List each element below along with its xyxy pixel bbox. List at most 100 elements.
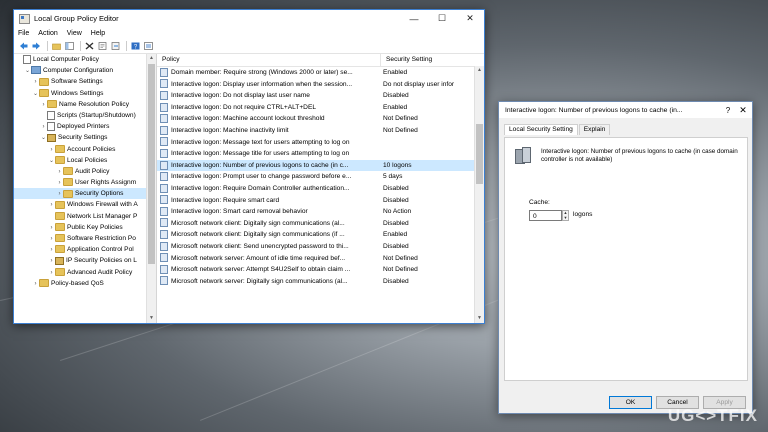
tab-explain[interactable]: Explain	[578, 124, 611, 135]
tab-local-security-setting[interactable]: Local Security Setting	[504, 124, 578, 135]
tree-node[interactable]: ⌄ Computer Configuration	[14, 65, 156, 76]
list-scrollbar[interactable]: ▲ ▼	[474, 66, 484, 323]
tree-node[interactable]: › Software Restriction Po	[14, 233, 156, 244]
expand-chevron-icon[interactable]: ›	[32, 77, 39, 87]
collapse-chevron-icon[interactable]: ⌄	[48, 156, 55, 166]
table-row[interactable]: Interactive logon: Machine account locko…	[157, 113, 484, 125]
table-row[interactable]: Interactive logon: Prompt user to change…	[157, 171, 484, 183]
tree-node[interactable]: ⌄ Local Policies	[14, 155, 156, 166]
stepper-down-icon[interactable]: ▼	[563, 215, 568, 221]
scroll-down-arrow[interactable]: ▼	[475, 314, 484, 323]
cache-unit-label: logons	[573, 211, 593, 218]
tree-node[interactable]: › Software Settings	[14, 76, 156, 87]
expand-chevron-icon[interactable]: ›	[48, 268, 55, 278]
expand-chevron-icon[interactable]: ›	[48, 234, 55, 244]
expand-chevron-icon[interactable]: ›	[48, 223, 55, 233]
view-icon[interactable]	[143, 41, 154, 52]
tree-node[interactable]: › Audit Policy	[14, 166, 156, 177]
up-folder-icon[interactable]	[51, 41, 62, 52]
menu-file[interactable]: File	[18, 30, 29, 37]
table-row[interactable]: Interactive logon: Number of previous lo…	[157, 159, 484, 172]
tree-node[interactable]: › Security Options	[14, 188, 156, 200]
table-row[interactable]: Interactive logon: Do not require CTRL+A…	[157, 102, 484, 114]
tree-node[interactable]: › Account Policies	[14, 144, 156, 155]
cache-stepper[interactable]: ▲ ▼	[562, 210, 569, 221]
policy-item-icon	[160, 67, 168, 77]
export-list-icon[interactable]	[110, 41, 121, 52]
expand-chevron-icon[interactable]: ›	[48, 145, 55, 155]
expand-chevron-icon[interactable]: ›	[48, 200, 55, 210]
ok-button[interactable]: OK	[609, 396, 652, 409]
tree-node[interactable]: › User Rights Assignm	[14, 177, 156, 188]
expand-chevron-icon[interactable]: ›	[40, 100, 47, 110]
scroll-up-arrow[interactable]: ▲	[147, 54, 156, 63]
security-setting-cell: Enabled	[383, 103, 408, 111]
properties-icon[interactable]	[97, 41, 108, 52]
folder-icon	[55, 144, 65, 153]
column-header-policy[interactable]: Policy	[157, 54, 381, 66]
expand-chevron-icon[interactable]: ›	[32, 279, 39, 289]
maximize-button[interactable]: ☐	[428, 10, 456, 27]
tree-node[interactable]: › Deployed Printers	[14, 121, 156, 132]
expand-chevron-icon[interactable]: ›	[56, 178, 63, 188]
tree-scroll-thumb[interactable]	[148, 64, 155, 264]
collapse-chevron-icon[interactable]: ⌄	[40, 133, 47, 143]
table-row[interactable]: Interactive logon: Message title for use…	[157, 148, 484, 160]
dialog-close-button[interactable]: ✕	[734, 105, 752, 116]
table-row[interactable]: Microsoft network server: Digitally sign…	[157, 276, 484, 288]
table-row[interactable]: Interactive logon: Display user informat…	[157, 79, 484, 91]
help-icon[interactable]: ?	[130, 41, 141, 52]
table-row[interactable]: Microsoft network server: Amount of idle…	[157, 253, 484, 265]
menu-view[interactable]: View	[67, 30, 82, 37]
table-row[interactable]: Microsoft network client: Digitally sign…	[157, 218, 484, 230]
expand-chevron-icon[interactable]: ›	[56, 167, 63, 177]
list-scroll-thumb[interactable]	[476, 124, 483, 184]
dialog-title-bar[interactable]: Interactive logon: Number of previous lo…	[499, 102, 752, 118]
expand-chevron-icon[interactable]: ›	[56, 189, 63, 199]
table-row[interactable]: Interactive logon: Smart card removal be…	[157, 206, 484, 218]
tree-node[interactable]: › Name Resolution Policy	[14, 99, 156, 110]
scroll-down-arrow[interactable]: ▼	[147, 314, 156, 323]
column-header-security-setting[interactable]: Security Setting	[381, 54, 484, 66]
delete-icon[interactable]	[84, 41, 95, 52]
table-row[interactable]: Interactive logon: Require Domain Contro…	[157, 183, 484, 195]
table-row[interactable]: Interactive logon: Machine inactivity li…	[157, 125, 484, 137]
tree-node[interactable]: ⌄ Security Settings	[14, 132, 156, 143]
tree-node[interactable]: › Advanced Audit Policy	[14, 267, 156, 278]
scroll-up-arrow[interactable]: ▲	[475, 66, 484, 75]
table-row[interactable]: Microsoft network client: Send unencrypt…	[157, 241, 484, 253]
tree-node[interactable]: Network List Manager P	[14, 211, 156, 222]
collapse-chevron-icon[interactable]: ⌄	[24, 66, 31, 76]
help-button[interactable]: ?	[722, 106, 734, 115]
table-row[interactable]: Domain member: Require strong (Windows 2…	[157, 67, 484, 79]
menu-action[interactable]: Action	[38, 30, 57, 37]
table-row[interactable]: Interactive logon: Message text for user…	[157, 137, 484, 149]
table-row[interactable]: Interactive logon: Do not display last u…	[157, 90, 484, 102]
back-icon[interactable]	[18, 41, 29, 52]
console-tree[interactable]: Local Computer Policy ⌄ Computer Configura…	[14, 54, 157, 323]
cache-input[interactable]: 0	[529, 210, 562, 221]
forward-icon[interactable]	[31, 41, 42, 52]
tree-node[interactable]: › Public Key Policies	[14, 222, 156, 233]
tree-node[interactable]: › Policy-based QoS	[14, 278, 156, 289]
title-bar[interactable]: Local Group Policy Editor — ☐ ✕	[14, 10, 484, 27]
tree-node[interactable]: › Windows Firewall with A	[14, 199, 156, 210]
tree-node[interactable]: Scripts (Startup/Shutdown)	[14, 110, 156, 121]
tree-node[interactable]: › Application Control Pol	[14, 244, 156, 255]
table-row[interactable]: Interactive logon: Require smart card Dis…	[157, 195, 484, 207]
minimize-button[interactable]: —	[400, 10, 428, 27]
expand-chevron-icon[interactable]: ›	[40, 122, 47, 132]
table-row[interactable]: Microsoft network client: Digitally sign…	[157, 229, 484, 241]
expand-chevron-icon[interactable]: ›	[48, 256, 55, 266]
menu-help[interactable]: Help	[91, 30, 105, 37]
show-hide-tree-icon[interactable]	[64, 41, 75, 52]
tree-node-label: Public Key Policies	[67, 223, 123, 231]
expand-chevron-icon[interactable]: ›	[48, 245, 55, 255]
tree-scrollbar[interactable]: ▲ ▼	[146, 54, 156, 323]
close-button[interactable]: ✕	[456, 10, 484, 27]
tree-node[interactable]: Local Computer Policy	[14, 54, 156, 65]
table-row[interactable]: Microsoft network server: Attempt S4U2Se…	[157, 264, 484, 276]
tree-node[interactable]: › IP Security Policies on L	[14, 255, 156, 266]
tree-node[interactable]: ⌄ Windows Settings	[14, 88, 156, 99]
collapse-chevron-icon[interactable]: ⌄	[32, 89, 39, 99]
